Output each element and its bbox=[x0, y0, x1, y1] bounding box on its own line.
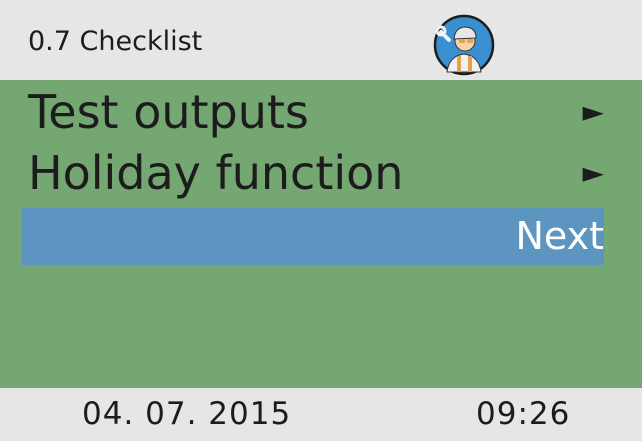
next-button-label: Next bbox=[515, 214, 604, 258]
menu-item-label: Holiday function bbox=[28, 146, 404, 200]
menu-item-holiday-function[interactable]: Holiday function ► bbox=[28, 145, 608, 201]
next-button[interactable]: Next bbox=[22, 208, 604, 265]
time-display: 09:26 bbox=[476, 396, 571, 432]
menu-item-test-outputs[interactable]: Test outputs ► bbox=[28, 84, 608, 140]
arrow-right-icon: ► bbox=[582, 156, 604, 189]
arrow-right-icon: ► bbox=[582, 95, 604, 128]
installer-technician-icon bbox=[433, 14, 495, 76]
menu-item-label: Test outputs bbox=[28, 85, 309, 139]
page-title: 0.7 Checklist bbox=[28, 26, 203, 57]
date-display: 04. 07. 2015 bbox=[82, 396, 292, 432]
status-bar: 04. 07. 2015 09:26 bbox=[0, 388, 642, 441]
header-bar: 0.7 Checklist bbox=[0, 0, 642, 80]
